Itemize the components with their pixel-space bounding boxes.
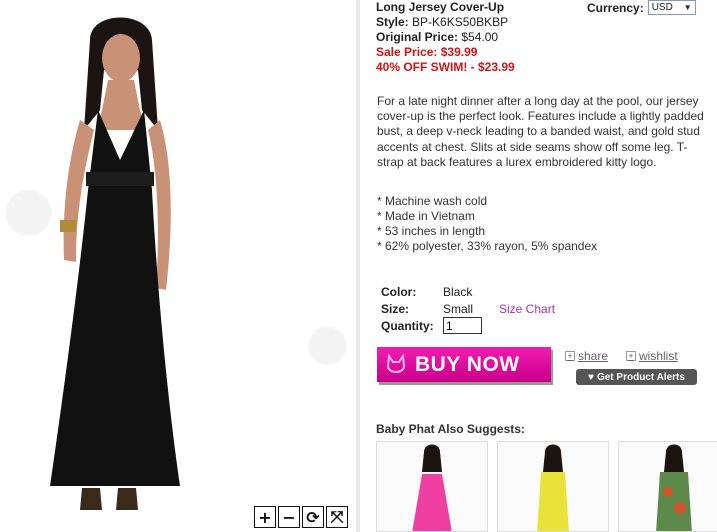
sale-price-label: Sale Price: bbox=[376, 45, 438, 59]
share-label: share bbox=[578, 349, 609, 363]
feature-item: * Made in Vietnam bbox=[377, 209, 475, 223]
feature-item: * 53 inches in length bbox=[377, 224, 486, 238]
suggestions-list bbox=[376, 441, 717, 532]
promo-text: 40% OFF SWIM! - $23.99 bbox=[376, 60, 515, 74]
zoom-in-icon[interactable]: + bbox=[254, 506, 276, 528]
product-description: For a late night dinner after a long day… bbox=[377, 94, 704, 169]
currency-value: USD bbox=[651, 2, 673, 13]
original-price: Original Price: $54.00 bbox=[376, 30, 711, 45]
suggestion-item[interactable] bbox=[376, 441, 488, 532]
size-row: Size: Small Size Chart bbox=[381, 300, 555, 317]
product-alerts-label: Get Product Alerts bbox=[596, 371, 685, 383]
product-features: * Machine wash cold * Made in Vietnam * … bbox=[377, 194, 707, 254]
style-label: Style: bbox=[376, 15, 409, 29]
share-link[interactable]: + share bbox=[565, 349, 608, 363]
size-label: Size: bbox=[381, 301, 410, 316]
suggestion-item[interactable] bbox=[497, 441, 609, 532]
currency-label: Currency: bbox=[587, 0, 644, 15]
rotate-icon[interactable]: ⟳ bbox=[302, 506, 324, 528]
wishlist-label: wishlist bbox=[639, 349, 678, 363]
fullscreen-icon[interactable]: ⤧ bbox=[326, 506, 348, 528]
color-value: Black bbox=[443, 284, 473, 299]
plus-icon: + bbox=[626, 351, 636, 361]
heart-icon: ♥ bbox=[588, 371, 594, 383]
original-price-value: $54.00 bbox=[461, 30, 499, 44]
size-value: Small bbox=[443, 301, 474, 316]
product-alerts-button[interactable]: ♥ Get Product Alerts bbox=[576, 369, 697, 385]
buy-now-label: BUY NOW bbox=[415, 352, 520, 376]
suggestion-item[interactable] bbox=[618, 441, 717, 532]
currency-selector: Currency: USD ▼ bbox=[587, 0, 696, 15]
wishlist-link[interactable]: + wishlist bbox=[626, 349, 678, 363]
quantity-row: Quantity: bbox=[381, 317, 555, 334]
product-style: Style: BP-K6KS50BKBP bbox=[376, 15, 711, 30]
zoom-out-icon[interactable]: − bbox=[278, 506, 300, 528]
sale-price: Sale Price: $39.99 bbox=[376, 45, 711, 60]
chevron-down-icon: ▼ bbox=[683, 3, 692, 12]
sale-price-value: $39.99 bbox=[440, 45, 478, 59]
quantity-label: Quantity: bbox=[381, 318, 434, 333]
product-image-panel: + − ⟳ ⤧ bbox=[0, 0, 360, 532]
color-label: Color: bbox=[381, 284, 417, 299]
zoom-controls: + − ⟳ ⤧ bbox=[254, 506, 348, 528]
currency-dropdown[interactable]: USD ▼ bbox=[647, 0, 696, 15]
kitty-logo-icon bbox=[377, 347, 415, 382]
style-value: BP-K6KS50BKBP bbox=[412, 15, 509, 29]
feature-item: * 62% polyester, 33% rayon, 5% spandex bbox=[377, 239, 598, 253]
feature-item: * Machine wash cold bbox=[377, 194, 488, 208]
buy-now-button[interactable]: BUY NOW bbox=[377, 347, 551, 382]
suggestion-image bbox=[537, 444, 569, 531]
suggestion-image bbox=[656, 444, 692, 531]
original-price-label: Original Price: bbox=[376, 30, 459, 44]
suggestion-image bbox=[412, 444, 452, 531]
suggestions-title: Baby Phat Also Suggests: bbox=[376, 422, 525, 436]
product-image-model[interactable] bbox=[20, 10, 210, 515]
quantity-input[interactable] bbox=[443, 317, 482, 334]
product-options: Color: Black Size: Small Size Chart Quan… bbox=[381, 283, 555, 334]
color-row: Color: Black bbox=[381, 283, 555, 300]
plus-icon: + bbox=[565, 351, 575, 361]
size-chart-link[interactable]: Size Chart bbox=[499, 302, 555, 316]
